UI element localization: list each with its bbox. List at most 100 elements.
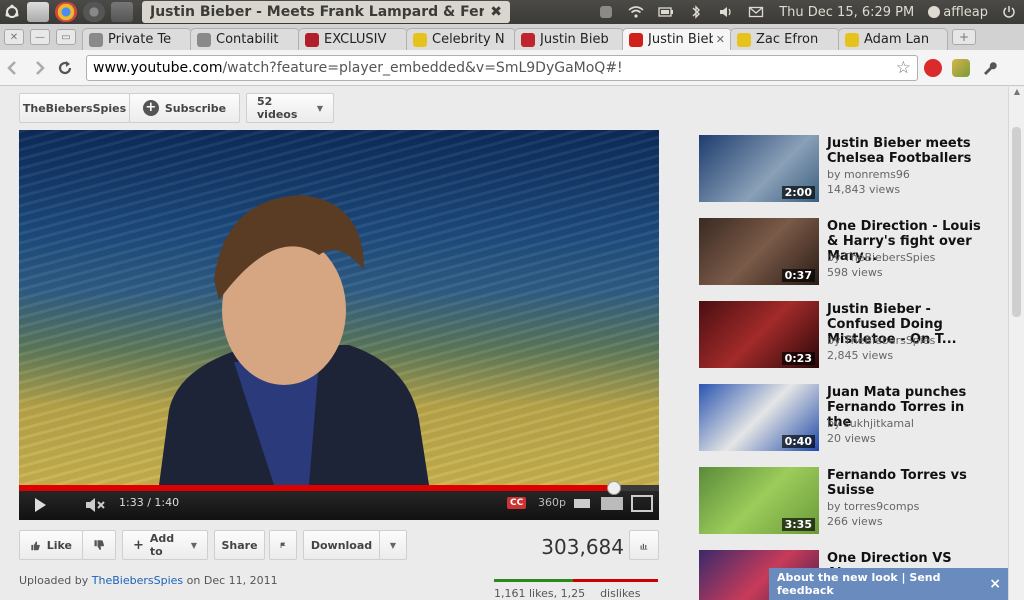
add-to-label: Add to (149, 532, 175, 558)
video-uploader: by torres9comps (827, 500, 920, 513)
video-views: 266 views (827, 515, 883, 528)
play-button[interactable] (27, 493, 51, 517)
browser-tab[interactable]: Private Te (82, 28, 192, 50)
mail-app-icon[interactable] (591, 0, 621, 24)
user-menu[interactable]: affleap (922, 5, 994, 20)
captions-button[interactable]: CC (507, 497, 527, 509)
browser-tab[interactable]: Justin Bieb ✕ (622, 28, 732, 50)
adblock-extension-icon[interactable] (920, 56, 946, 80)
tab-favicon-icon (737, 32, 751, 47)
scroll-up-arrow-icon[interactable]: ▲ (1009, 87, 1024, 101)
clock[interactable]: Thu Dec 15, 6:29 PM (771, 5, 922, 20)
ubuntu-logo-icon[interactable] (0, 0, 24, 24)
tab-label: Justin Bieb (648, 32, 713, 47)
browser-tab[interactable]: Adam Lan (838, 28, 948, 50)
user-name: affleap (943, 4, 988, 20)
window-close-button[interactable]: ✕ (4, 29, 24, 45)
video-frame[interactable] (19, 130, 659, 485)
chrome-icon[interactable] (55, 2, 77, 22)
reload-button[interactable] (52, 55, 78, 81)
video-thumbnail[interactable]: 0:37 (699, 218, 819, 285)
download-button[interactable]: Download (303, 530, 380, 560)
quality-button[interactable]: 360p (538, 496, 566, 509)
tab-label: Justin Bieb (540, 32, 609, 47)
share-button[interactable]: Share (214, 530, 265, 560)
video-uploader: by TheBiebersSpies (827, 334, 936, 347)
wrench-menu-icon[interactable] (976, 56, 1002, 80)
tab-label: EXCLUSIV (324, 32, 387, 47)
browser-tab[interactable]: EXCLUSIV (298, 28, 408, 50)
browser-tab[interactable]: Celebrity N (406, 28, 516, 50)
related-video-item[interactable]: 0:23 Justin Bieber - Confused Doing Mistl… (699, 301, 989, 369)
videos-dropdown-button[interactable]: 52 videos ▼ (246, 93, 334, 123)
related-video-item[interactable]: 0:37 One Direction - Louis & Harry's figh… (699, 218, 989, 286)
video-uploader: by monrems96 (827, 168, 910, 181)
battery-icon[interactable] (651, 0, 681, 24)
bookmark-star-icon[interactable]: ☆ (896, 58, 911, 78)
feedback-text[interactable]: About the new look | Send feedback (777, 571, 985, 597)
video-player[interactable]: 1:33 / 1:40 CC 360p (19, 130, 659, 520)
workspace-icon[interactable] (111, 2, 133, 22)
mute-button[interactable] (83, 493, 107, 517)
text-editor-icon[interactable] (27, 2, 49, 22)
scrollbar-thumb[interactable] (1012, 127, 1021, 317)
download-options-button[interactable]: ▼ (379, 530, 407, 560)
power-icon[interactable] (994, 0, 1024, 24)
progress-bar[interactable] (19, 481, 659, 495)
fullscreen-button[interactable] (631, 495, 653, 512)
dislike-button[interactable] (82, 530, 116, 560)
large-player-button[interactable] (601, 497, 623, 510)
browser-tab[interactable]: Justin Bieb (514, 28, 624, 50)
like-button[interactable]: Like (19, 530, 83, 560)
video-thumbnail[interactable]: 0:23 (699, 301, 819, 368)
active-window-title[interactable]: Justin Bieber - Meets Frank Lampard & Fe… (142, 1, 510, 23)
thumbs-up-icon (31, 540, 40, 550)
video-thumbnail[interactable]: 3:35 (699, 467, 819, 534)
tab-close-icon[interactable]: ✕ (716, 33, 725, 46)
window-maximize-button[interactable]: ▭ (56, 29, 76, 45)
video-title-link[interactable]: Justin Bieber meets Chelsea Footballers (827, 136, 987, 166)
window-minimize-button[interactable]: — (30, 29, 50, 45)
back-button[interactable] (0, 55, 26, 81)
small-player-button[interactable] (574, 499, 590, 508)
related-video-item[interactable]: 0:40 Juan Mata punches Fernando Torres in… (699, 384, 989, 452)
uploader-link[interactable]: TheBiebersSpies (92, 574, 183, 587)
channel-name-button[interactable]: TheBiebersSpies (19, 93, 130, 123)
tab-label: Zac Efron (756, 32, 819, 47)
settings-app-icon[interactable] (83, 2, 105, 22)
thumbs-down-icon (94, 539, 104, 550)
video-title-link[interactable]: Fernando Torres vs Suisse (827, 468, 987, 498)
subscribe-button[interactable]: + Subscribe (129, 93, 240, 123)
messages-envelope-icon[interactable] (741, 0, 771, 24)
tab-label: Adam Lan (864, 32, 930, 47)
browser-tab[interactable]: Zac Efron (730, 28, 840, 50)
plus-circle-icon: + (142, 100, 159, 116)
os-top-panel: Justin Bieber - Meets Frank Lampard & Fe… (0, 0, 1024, 24)
new-tab-button[interactable]: + (952, 29, 976, 45)
video-duration: 0:37 (781, 269, 815, 282)
video-duration: 0:40 (781, 435, 815, 448)
related-video-item[interactable]: 3:35 Fernando Torres vs Suisse by torres9c… (699, 467, 989, 535)
close-window-icon[interactable]: ✖ (490, 4, 502, 20)
tab-label: Private Te (108, 32, 172, 47)
page-scrollbar[interactable]: ▲ (1008, 87, 1024, 600)
volume-icon[interactable] (711, 0, 741, 24)
related-video-item[interactable]: 2:00 Justin Bieber meets Chelsea Football… (699, 135, 989, 203)
add-to-button[interactable]: + Add to ▼ (122, 530, 208, 560)
stats-button[interactable] (629, 530, 659, 560)
extension-icon[interactable] (948, 56, 974, 80)
close-icon[interactable]: × (989, 576, 1001, 592)
browser-tab[interactable]: Contabilit (190, 28, 300, 50)
tab-favicon-icon (89, 32, 103, 47)
video-thumbnail[interactable]: 2:00 (699, 135, 819, 202)
feedback-banner[interactable]: About the new look | Send feedback × (769, 568, 1008, 600)
video-thumbnail[interactable]: 0:40 (699, 384, 819, 451)
uploaded-by-label: Uploaded by (19, 574, 89, 587)
forward-button[interactable] (26, 55, 52, 81)
url-path: /watch?feature=player_embedded&v=SmL9DyG… (222, 59, 623, 76)
wifi-icon[interactable] (621, 0, 651, 24)
bluetooth-icon[interactable] (681, 0, 711, 24)
address-bar[interactable]: www.youtube.com/watch?feature=player_emb… (86, 54, 918, 81)
video-uploader: by sukhjitkamal (827, 417, 914, 430)
flag-button[interactable] (269, 530, 297, 560)
